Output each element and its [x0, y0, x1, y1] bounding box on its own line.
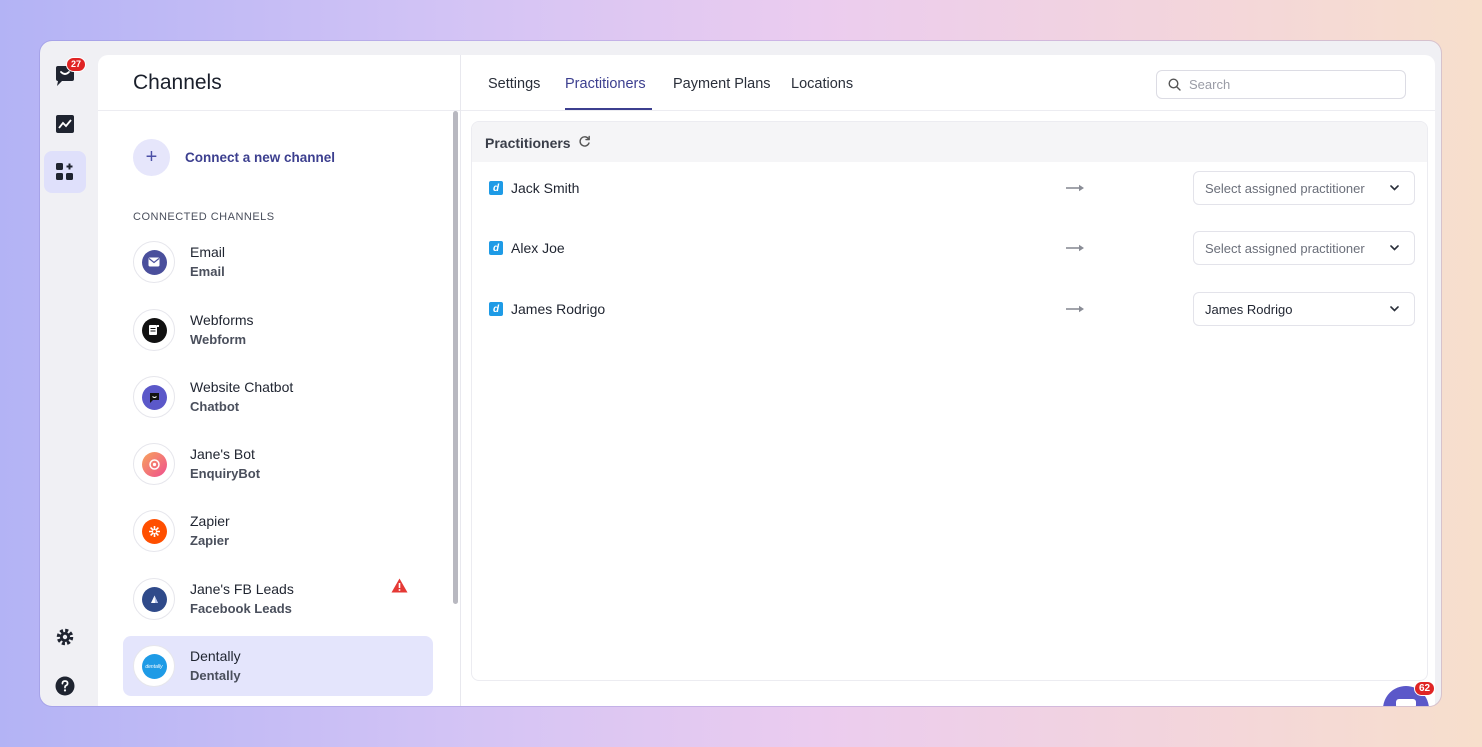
- channel-type: Facebook Leads: [190, 601, 292, 616]
- tab-payment-plans[interactable]: Payment Plans: [673, 76, 771, 92]
- facebook-leads-icon: [141, 586, 167, 612]
- select-value: Select assigned practitioner: [1205, 181, 1365, 196]
- tab-locations[interactable]: Locations: [791, 76, 853, 92]
- channel-name: Website Chatbot: [190, 379, 294, 395]
- search-box[interactable]: [1156, 70, 1406, 99]
- channel-type: Chatbot: [190, 399, 240, 414]
- channel-name: Email: [190, 244, 226, 260]
- channels-sidebar: Channels + Connect a new channel CONNECT…: [98, 55, 461, 706]
- dentally-logo-icon: d: [489, 302, 503, 316]
- arrow-right-icon: [1066, 244, 1084, 252]
- channel-icon-wrap: [133, 510, 175, 552]
- channel-type: Dentally: [190, 668, 241, 683]
- active-tab-indicator: [565, 108, 652, 110]
- practitioner-name: Alex Joe: [511, 240, 565, 256]
- channel-name: Dentally: [190, 648, 241, 664]
- chatbot-icon: [141, 384, 167, 410]
- analytics-icon: [56, 115, 74, 133]
- dentally-logo-icon: d: [489, 181, 503, 195]
- app-window: 27 Channels + Connect a new channel CONN…: [40, 41, 1441, 706]
- practitioners-title: Practitioners: [485, 135, 571, 151]
- tab-practitioners[interactable]: Practitioners: [565, 76, 646, 92]
- search-input[interactable]: [1187, 76, 1391, 93]
- select-value: James Rodrigo: [1205, 302, 1293, 317]
- channel-name: Zapier: [190, 513, 230, 529]
- connect-channel-button[interactable]: + Connect a new channel: [133, 139, 335, 176]
- channel-item-zapier[interactable]: Zapier Zapier: [123, 501, 433, 561]
- channel-icon-wrap: [133, 376, 175, 418]
- zapier-icon: [141, 518, 167, 544]
- webform-icon: [141, 317, 167, 343]
- arrow-right-icon: [1066, 184, 1084, 192]
- chevron-down-icon: [1390, 185, 1399, 191]
- notification-badge: 27: [66, 57, 87, 72]
- left-rail: 27: [40, 41, 98, 706]
- enquirybot-icon: [141, 451, 167, 477]
- channel-name: Jane's Bot: [190, 446, 255, 462]
- channel-item-janes-bot[interactable]: Jane's Bot EnquiryBot: [123, 434, 433, 494]
- apps-button[interactable]: [44, 151, 86, 193]
- svg-text:dentally: dentally: [145, 664, 163, 670]
- assigned-practitioner-select[interactable]: Select assigned practitioner: [1193, 231, 1415, 265]
- page-title: Channels: [133, 71, 222, 94]
- channel-item-email[interactable]: Email Email: [123, 232, 433, 292]
- channel-item-janes-fb-leads[interactable]: Jane's FB Leads Facebook Leads: [123, 569, 433, 629]
- channel-name: Webforms: [190, 312, 254, 328]
- channel-icon-wrap: [133, 309, 175, 351]
- channel-type: Email: [190, 264, 225, 279]
- analytics-button[interactable]: [44, 103, 86, 145]
- channels-scrollbar[interactable]: [453, 111, 458, 604]
- chevron-down-icon: [1390, 245, 1399, 251]
- help-button[interactable]: [44, 665, 86, 706]
- settings-icon: [56, 628, 74, 646]
- channel-icon-wrap: [133, 241, 175, 283]
- practitioner-name: Jack Smith: [511, 180, 580, 196]
- assigned-practitioner-select[interactable]: James Rodrigo: [1193, 292, 1415, 326]
- assigned-practitioner-select[interactable]: Select assigned practitioner: [1193, 171, 1415, 205]
- channel-name: Jane's FB Leads: [190, 581, 294, 597]
- dentally-icon: dentally: [141, 653, 167, 679]
- channel-type: Zapier: [190, 533, 230, 548]
- practitioner-row: d James Rodrigo James Rodrigo: [472, 283, 1427, 333]
- search-icon: [1168, 78, 1181, 91]
- warning-icon: [391, 578, 408, 593]
- channel-item-website-chatbot[interactable]: Website Chatbot Chatbot: [123, 367, 433, 427]
- connected-channels-heading: CONNECTED CHANNELS: [133, 211, 275, 223]
- practitioner-row: d Alex Joe Select assigned practitioner: [472, 222, 1427, 272]
- tab-settings[interactable]: Settings: [488, 76, 540, 92]
- channel-type: Webform: [190, 332, 247, 347]
- chat-badge: 62: [1414, 681, 1436, 696]
- tab-bar: Settings Practitioners Payment Plans Loc…: [461, 55, 1435, 111]
- channel-item-dentally[interactable]: dentally Dentally Dentally: [123, 636, 433, 696]
- settings-button[interactable]: [44, 616, 86, 658]
- apps-icon: [56, 163, 73, 180]
- help-icon: [55, 676, 75, 696]
- channel-item-webforms[interactable]: Webforms Webform: [123, 300, 433, 360]
- practitioner-row: d Jack Smith Select assigned practitione…: [472, 162, 1427, 212]
- chevron-down-icon: [1390, 306, 1399, 312]
- channel-icon-wrap: dentally: [133, 645, 175, 687]
- refresh-icon[interactable]: [578, 135, 591, 148]
- channel-type: EnquiryBot: [190, 466, 261, 481]
- logo-button[interactable]: 27: [44, 55, 87, 97]
- dentally-logo-icon: d: [489, 241, 503, 255]
- practitioners-header: Practitioners: [472, 122, 1427, 162]
- connect-channel-label: Connect a new channel: [185, 150, 336, 165]
- content-panel: Channels + Connect a new channel CONNECT…: [98, 55, 1435, 706]
- channels-header: Channels: [98, 55, 460, 111]
- channel-icon-wrap: [133, 443, 175, 485]
- practitioners-card: Practitioners d Jack Smith Select assign…: [471, 121, 1428, 681]
- practitioner-name: James Rodrigo: [511, 301, 606, 317]
- email-icon: [141, 249, 167, 275]
- plus-icon: +: [133, 139, 170, 176]
- main-content: Settings Practitioners Payment Plans Loc…: [461, 55, 1435, 706]
- select-value: Select assigned practitioner: [1205, 241, 1365, 256]
- channel-icon-wrap: [133, 578, 175, 620]
- arrow-right-icon: [1066, 305, 1084, 313]
